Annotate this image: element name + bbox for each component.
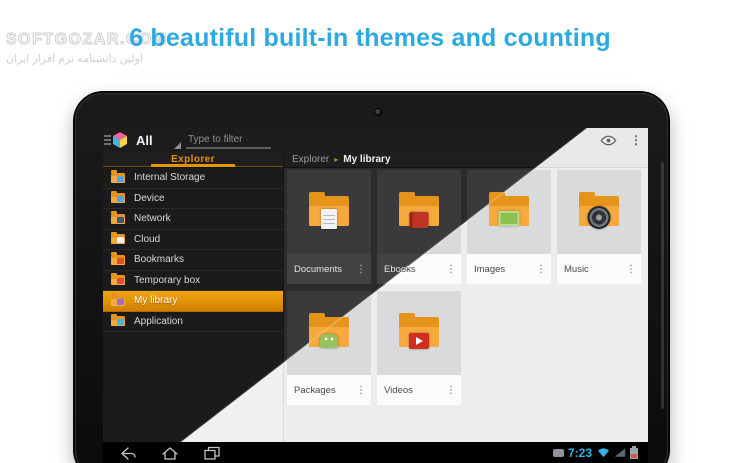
music-folder-icon	[579, 196, 619, 226]
images-folder-icon	[489, 196, 529, 226]
signal-icon	[614, 447, 626, 458]
sidebar-item-label: Application	[134, 316, 183, 327]
tile-music[interactable]: Music ⋮	[557, 170, 641, 284]
cloud-folder-icon	[111, 234, 125, 244]
tile-label-bar: Packages ⋮	[287, 375, 371, 405]
back-button[interactable]	[118, 446, 138, 460]
front-camera-icon	[374, 108, 382, 116]
sidebar-item-temporary-box[interactable]: Temporary box	[103, 271, 283, 292]
action-bar-actions: ⋮	[600, 128, 642, 152]
home-button[interactable]	[160, 446, 180, 460]
sidebar-item-label: Temporary box	[134, 275, 200, 286]
active-tab-underline	[151, 164, 235, 167]
tile-label-bar: Music ⋮	[557, 254, 641, 284]
notification-icon	[553, 449, 564, 457]
wifi-icon	[597, 447, 610, 458]
tile-menu-icon[interactable]: ⋮	[531, 264, 551, 275]
sidebar-item-device[interactable]: Device	[103, 189, 283, 210]
tile-label: Documents	[287, 264, 351, 275]
sidebar-item-label: Cloud	[134, 234, 160, 245]
tile-menu-icon[interactable]: ⋮	[441, 385, 461, 396]
tab-explorer[interactable]: Explorer	[103, 152, 283, 167]
tile-label: Packages	[287, 385, 351, 396]
application-folder-icon	[111, 316, 125, 326]
tile-label: Music	[557, 264, 621, 275]
sidebar-item-cloud[interactable]: Cloud	[103, 230, 283, 251]
tile-videos[interactable]: Videos ⋮	[377, 291, 461, 405]
overflow-menu-icon[interactable]: ⋮	[630, 134, 642, 146]
network-folder-icon	[111, 214, 125, 224]
temporary-box-folder-icon	[111, 275, 125, 285]
breadcrumb-arrow-icon: ▸	[334, 155, 338, 164]
app-logo-cube-icon	[111, 131, 129, 149]
tile-label-bar: Videos ⋮	[377, 375, 461, 405]
internal-storage-folder-icon	[111, 173, 125, 183]
sidebar-item-label: Internal Storage	[134, 172, 205, 183]
documents-folder-icon	[309, 196, 349, 226]
recents-button[interactable]	[202, 446, 222, 460]
sidebar-item-internal-storage[interactable]: Internal Storage	[103, 168, 283, 189]
my-library-folder-icon	[111, 296, 125, 306]
menu-icon[interactable]	[104, 135, 111, 147]
app-screen: All Type to filter ⋮	[103, 128, 648, 442]
sidebar-item-my-library[interactable]: My library	[103, 291, 283, 312]
tile-label-bar: Images ⋮	[467, 254, 551, 284]
tile-menu-icon[interactable]: ⋮	[441, 264, 461, 275]
tile-label-bar: Documents ⋮	[287, 254, 371, 284]
battery-icon	[630, 446, 638, 459]
sidebar-item-bookmarks[interactable]: Bookmarks	[103, 250, 283, 271]
tile-menu-icon[interactable]: ⋮	[351, 264, 371, 275]
sidebar-item-label: Bookmarks	[134, 254, 184, 265]
tile-label: Videos	[377, 385, 441, 396]
ebooks-folder-icon	[399, 196, 439, 226]
sidebar-item-label: Device	[134, 193, 165, 204]
tile-documents[interactable]: Documents ⋮	[287, 170, 371, 284]
filter-input[interactable]: Type to filter	[186, 131, 271, 149]
sidebar-item-label: My library	[134, 295, 177, 306]
clock: 7:23	[568, 446, 592, 460]
status-cluster[interactable]: 7:23	[553, 442, 638, 463]
promo-screenshot: SOFTGOZAR.COM اولین دانشنامه نرم افزار ا…	[0, 0, 740, 463]
tile-label: Images	[467, 264, 531, 275]
bookmarks-folder-icon	[111, 255, 125, 265]
sidebar-item-application[interactable]: Application	[103, 312, 283, 333]
device-folder-icon	[111, 193, 125, 203]
page-title: 6 beautiful built-in themes and counting	[0, 24, 740, 53]
tile-menu-icon[interactable]: ⋮	[621, 264, 641, 275]
location-spinner[interactable]: All	[111, 128, 153, 152]
sidebar-item-network[interactable]: Network	[103, 209, 283, 230]
spinner-selected-value: All	[136, 133, 153, 148]
breadcrumb-current: My library	[343, 154, 390, 165]
videos-folder-icon	[399, 317, 439, 347]
sidebar-item-label: Network	[134, 213, 171, 224]
visibility-eye-icon[interactable]	[600, 135, 617, 146]
tablet-screen: All Type to filter ⋮	[103, 128, 648, 463]
system-navigation-bar: 7:23	[103, 442, 648, 463]
tile-menu-icon[interactable]: ⋮	[351, 385, 371, 396]
breadcrumb-root[interactable]: Explorer	[292, 154, 329, 165]
tablet-frame: All Type to filter ⋮	[75, 93, 668, 463]
spinner-dropdown-icon	[174, 142, 181, 149]
watermark-subtitle: اولین دانشنامه نرم افزار ایران	[6, 52, 168, 65]
